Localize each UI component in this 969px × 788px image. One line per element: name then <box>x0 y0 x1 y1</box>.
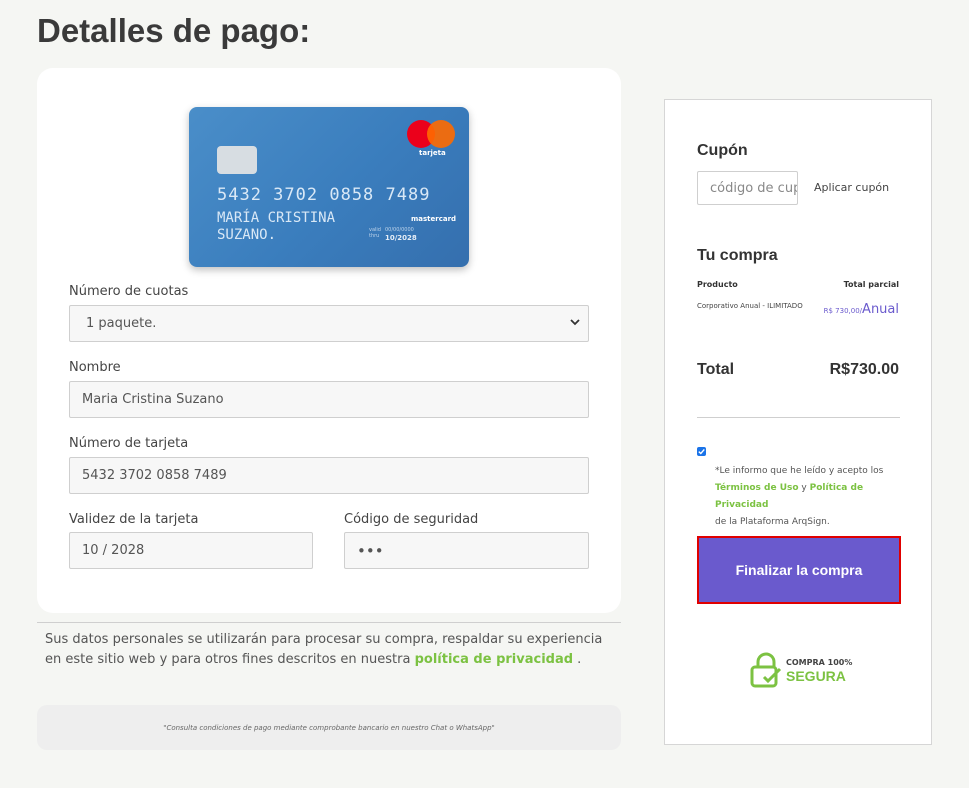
terms-checkbox[interactable] <box>697 447 706 456</box>
product-amount: R$ 730,00/ <box>823 307 863 315</box>
card-chip-icon <box>217 146 257 174</box>
checkbox-check-icon <box>698 448 705 455</box>
summary-divider <box>697 417 900 418</box>
lock-check-icon <box>750 652 782 688</box>
secure-purchase-badge: COMPRA 100% SEGURA <box>749 652 859 688</box>
total-value: R$730.00 <box>829 361 899 378</box>
expiry-value: 10 / 2028 <box>82 543 145 558</box>
product-period: Anual <box>862 302 899 317</box>
cvc-field[interactable]: ••• <box>344 532 589 569</box>
card-brand-top: tarjeta <box>419 149 446 157</box>
card-preview-number: 5432 3702 0858 7489 <box>217 185 431 205</box>
apply-coupon-button[interactable]: Aplicar cupón <box>814 181 889 194</box>
coupon-heading: Cupón <box>697 142 748 159</box>
mastercard-logo-icon <box>407 120 455 150</box>
terms-prefix: *Le informo que he leído y acepto los <box>715 466 884 476</box>
card-preview-holder: MARÍA CRISTINA SUZANO. <box>217 210 336 243</box>
cvc-label: Código de seguridad <box>344 512 479 527</box>
card-valid-placeholder: 00/00/0000 <box>385 227 414 233</box>
terms-suffix: de la Plataforma ArqSign. <box>715 517 830 527</box>
purchase-heading: Tu compra <box>697 247 778 264</box>
name-field[interactable]: Maria Cristina Suzano <box>69 381 589 418</box>
order-summary-panel: Cupón código de cupón Aplicar cupón Tu c… <box>664 99 932 745</box>
payment-note-text: "Consulta condiciones de pago mediante c… <box>163 723 495 732</box>
terms-text: *Le informo que he leído y acepto los Té… <box>715 463 915 531</box>
installments-value: 1 paquete. <box>86 316 157 331</box>
privacy-notice: Sus datos personales se utilizarán para … <box>45 630 605 670</box>
card-number-label: Número de tarjeta <box>69 436 189 451</box>
divider <box>37 622 621 623</box>
card-brand-bottom: mastercard <box>411 215 457 223</box>
card-preview-expiry: 10/2028 <box>385 234 417 242</box>
coupon-input[interactable]: código de cupón <box>697 171 798 205</box>
col-subtotal: Total parcial <box>843 280 899 289</box>
chevron-down-icon <box>570 319 580 326</box>
privacy-policy-link[interactable]: política de privacidad <box>415 652 573 667</box>
cvc-value: ••• <box>357 541 384 560</box>
name-value: Maria Cristina Suzano <box>82 392 224 407</box>
expiry-field[interactable]: 10 / 2028 <box>69 532 313 569</box>
finalize-purchase-button[interactable]: Finalizar la compra <box>697 536 901 604</box>
card-number-field[interactable]: 5432 3702 0858 7489 <box>69 457 589 494</box>
credit-card-preview: tarjeta 5432 3702 0858 7489 MARÍA CRISTI… <box>189 107 469 267</box>
installments-label: Número de cuotas <box>69 284 189 299</box>
secure-small-text: COMPRA 100% <box>786 658 853 667</box>
installments-select[interactable]: 1 paquete. <box>69 305 589 342</box>
payment-form-card: tarjeta 5432 3702 0858 7489 MARÍA CRISTI… <box>37 68 621 613</box>
product-name: Corporativo Anual - ILIMITADO <box>697 302 803 310</box>
page-title: Detalles de pago: <box>37 12 311 49</box>
coupon-placeholder: código de cupón <box>710 180 797 196</box>
card-valid-label: valid thru <box>369 227 381 239</box>
col-product: Producto <box>697 280 738 289</box>
secure-big-text: SEGURA <box>786 668 846 684</box>
payment-note: "Consulta condiciones de pago mediante c… <box>37 705 621 750</box>
terms-and: y <box>798 483 810 493</box>
card-number-value: 5432 3702 0858 7489 <box>82 468 227 483</box>
name-label: Nombre <box>69 360 121 375</box>
total-label: Total <box>697 361 735 378</box>
expiry-label: Validez de la tarjeta <box>69 512 199 527</box>
terms-of-use-link[interactable]: Términos de Uso <box>715 483 799 493</box>
product-price: R$ 730,00/Anual <box>824 298 899 317</box>
privacy-suffix: . <box>573 652 582 667</box>
